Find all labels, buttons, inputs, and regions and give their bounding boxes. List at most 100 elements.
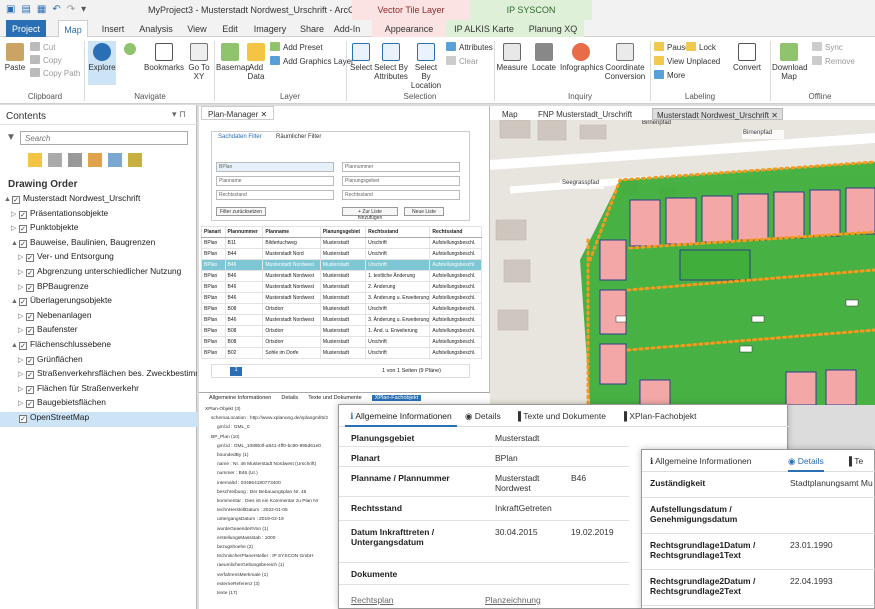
select-by-location-button[interactable]: Select By Location [410,43,442,90]
remove-button[interactable]: Remove [812,56,855,66]
layer-tree-item[interactable]: ▷ ✓ Präsentationsobjekte [0,208,197,223]
table-row[interactable]: BPlan B08 Ortsdorr Musterstadt 1. Änd. u. Er… [201,325,482,337]
list-by-selection-icon[interactable] [68,153,82,167]
xml-tree-node[interactable]: untergangsDatum : 2019-02-19 [217,517,284,522]
reset-filter-button[interactable]: Filter zurücksetzen [216,207,266,216]
measure-button[interactable]: Measure [496,43,528,72]
expand-arrow-icon[interactable]: ▲ [4,196,12,203]
layer-tree-item[interactable]: ▷ ✓ Abgrenzung unterschiedlicher Nutzung [0,266,197,281]
sync-button[interactable]: Sync [812,42,843,52]
xml-tree-node[interactable]: wurdeGeaendertVon (1) [217,527,268,532]
pin-icon[interactable]: ▾ ⊓ [172,109,186,120]
expand-arrow-icon[interactable]: ▷ [11,210,19,218]
xml-tree-node[interactable]: kommentar : Dies ist ein Kommentar zu Pl… [217,499,318,504]
save-icon[interactable]: ▦ [37,4,46,15]
layer-visibility-checkbox[interactable]: ✓ [26,268,34,277]
bl-tab-texte[interactable]: Texte und Dokumente [308,395,362,401]
map-canvas[interactable]: Birnenpfad Birnenpfad Seegrasspfad [490,120,875,405]
labeling-more-button[interactable]: More [654,70,685,80]
tab-edit[interactable]: Edit [218,20,242,37]
bl-tab-allgemein[interactable]: Allgemeine Informationen [209,395,271,401]
layer-visibility-checkbox[interactable]: ✓ [26,400,34,409]
layer-visibility-checkbox[interactable]: ✓ [12,196,20,204]
details2-tab-details[interactable]: ◉ Details [788,450,824,472]
xml-tree-node[interactable]: beschreibung : Der Bebauungsplan Nr. 46 [217,490,306,495]
expand-arrow-icon[interactable]: ▲ [11,240,19,247]
filter-plannummer-select[interactable]: Plannummer [342,162,460,172]
list-by-labeling-icon[interactable] [128,153,142,167]
table-row[interactable]: BPlan B46 Musterstadt Nordwest Musterstadt 2… [201,281,482,293]
filter-planart-select[interactable]: BPlan [216,162,334,172]
xml-tree-node[interactable]: gml:id : GML_0 [217,425,250,430]
layer-tree-item[interactable]: ▲ ✓ Bauweise, Baulinien, Baugrenzen [0,237,197,252]
xml-tree-node[interactable]: schemaLocation : http://www.xplanung.de/… [211,416,328,421]
xml-tree-node[interactable]: BP_Plan (10) [211,435,240,440]
layer-visibility-checkbox[interactable]: ✓ [26,312,34,321]
xml-tree-node[interactable]: verfahrensMerkmale (1) [217,573,268,578]
basemap-button[interactable]: Basemap [216,43,250,72]
column-header[interactable]: Planname [262,226,321,238]
xml-tree-node[interactable]: erstellungsMassstab : 1000 [217,536,275,541]
attributes-button[interactable]: Attributes [446,42,493,52]
full-extent-button[interactable] [120,43,140,57]
details1-tab-xplan[interactable]: ▐ XPlan-Fachobjekt [621,405,696,427]
layer-tree-item[interactable]: ✓ OpenStreetMap [0,411,197,427]
open-project-icon[interactable]: ▤ [21,4,30,15]
column-header[interactable]: Plannummer [224,226,264,238]
layer-tree-item[interactable]: ▷ ✓ Flächen für Straßenverkehr [0,383,197,398]
layer-tree-item[interactable]: ▷ ✓ Ver- und Entsorgung [0,251,197,266]
new-list-button[interactable]: Neue Liste [404,207,444,216]
list-by-source-icon[interactable] [48,153,62,167]
layer-visibility-checkbox[interactable]: ✓ [19,414,27,423]
table-row[interactable]: BPlan B08 Ortsdorr Musterstadt Urschrift Aufs… [201,303,482,315]
expand-arrow-icon[interactable]: ▷ [18,283,26,291]
infographics-button[interactable]: Infographics [560,43,604,72]
add-to-list-button[interactable]: + Zur Liste hinzufügen [342,207,398,221]
layer-visibility-checkbox[interactable]: ✓ [19,298,27,307]
layer-tree-item[interactable]: ▲ ✓ Flächenschlussebene [0,339,197,354]
map-tab-map[interactable]: Map [498,108,522,120]
paste-button[interactable]: Paste [2,43,28,72]
tab-view[interactable]: View [184,20,210,37]
tab-ip-alkis-karte[interactable]: IP ALKIS Karte [446,20,522,37]
add-data-button[interactable]: Add Data [246,43,266,81]
filter-planungsgebiet-select[interactable]: Planungsgebiet [342,176,460,186]
new-project-icon[interactable]: ▣ [6,4,15,15]
layer-tree-item[interactable]: ▷ ✓ Baufenster [0,324,197,339]
tab-appearance[interactable]: Appearance [372,20,446,37]
filter-tab-raeumlich[interactable]: Räumlicher Filter [276,134,321,140]
go-to-xy-button[interactable]: Go To XY [186,43,212,81]
table-row[interactable]: BPlan B11 Bildertuchweg Musterstadt Urschrif… [201,237,482,249]
layer-visibility-checkbox[interactable]: ✓ [26,385,34,394]
download-map-button[interactable]: Download Map [772,43,808,81]
layer-visibility-checkbox[interactable]: ✓ [19,341,27,350]
coordinate-conversion-button[interactable]: Coordinate Conversion [604,43,646,81]
xml-tree-node[interactable]: texte (17) [217,591,237,596]
select-button[interactable]: Select [350,43,372,72]
layer-visibility-checkbox[interactable]: ✓ [26,254,34,263]
expand-arrow-icon[interactable]: ▷ [18,356,26,364]
expand-arrow-icon[interactable]: ▲ [11,298,19,305]
locate-button[interactable]: Locate [530,43,558,72]
expand-arrow-icon[interactable]: ▷ [18,312,26,320]
clear-selection-button[interactable]: Clear [446,56,478,66]
undo-icon[interactable]: ↶ [52,4,60,15]
tab-insert[interactable]: Insert [98,20,128,37]
pause-labeling-button[interactable]: Pause [654,42,690,52]
table-row[interactable]: BPlan B46 Musterstadt Nordwest Musterstadt U… [201,259,482,271]
xml-tree-node[interactable]: internalId : 034864180773400 [217,481,281,486]
layer-visibility-checkbox[interactable]: ✓ [26,371,34,380]
layer-visibility-checkbox[interactable]: ✓ [19,225,27,234]
layer-visibility-checkbox[interactable]: ✓ [19,210,27,219]
link-planzeichnung[interactable]: Planzeichnung [485,595,541,605]
column-header[interactable]: Planart [201,226,226,238]
details2-tab-allgemein[interactable]: ℹ Allgemeine Informationen [650,450,752,472]
copy-button[interactable]: Copy [30,55,62,65]
xml-tree-node[interactable]: name : Nr. 46 Musterstadt Nordwest (Ursc… [217,462,316,467]
map-tab-fnp[interactable]: FNP Musterstadt_Urschrift [534,108,636,120]
map-tab-nordwest[interactable]: Musterstadt Nordwest_Urschrift ✕ [652,108,783,120]
expand-arrow-icon[interactable]: ▷ [18,326,26,334]
layer-tree-item[interactable]: ▷ ✓ BPBaugrenze [0,281,197,296]
column-header[interactable]: Planungsgebiet [319,226,367,238]
plan-manager-tab[interactable]: Plan-Manager ✕ [201,106,275,120]
